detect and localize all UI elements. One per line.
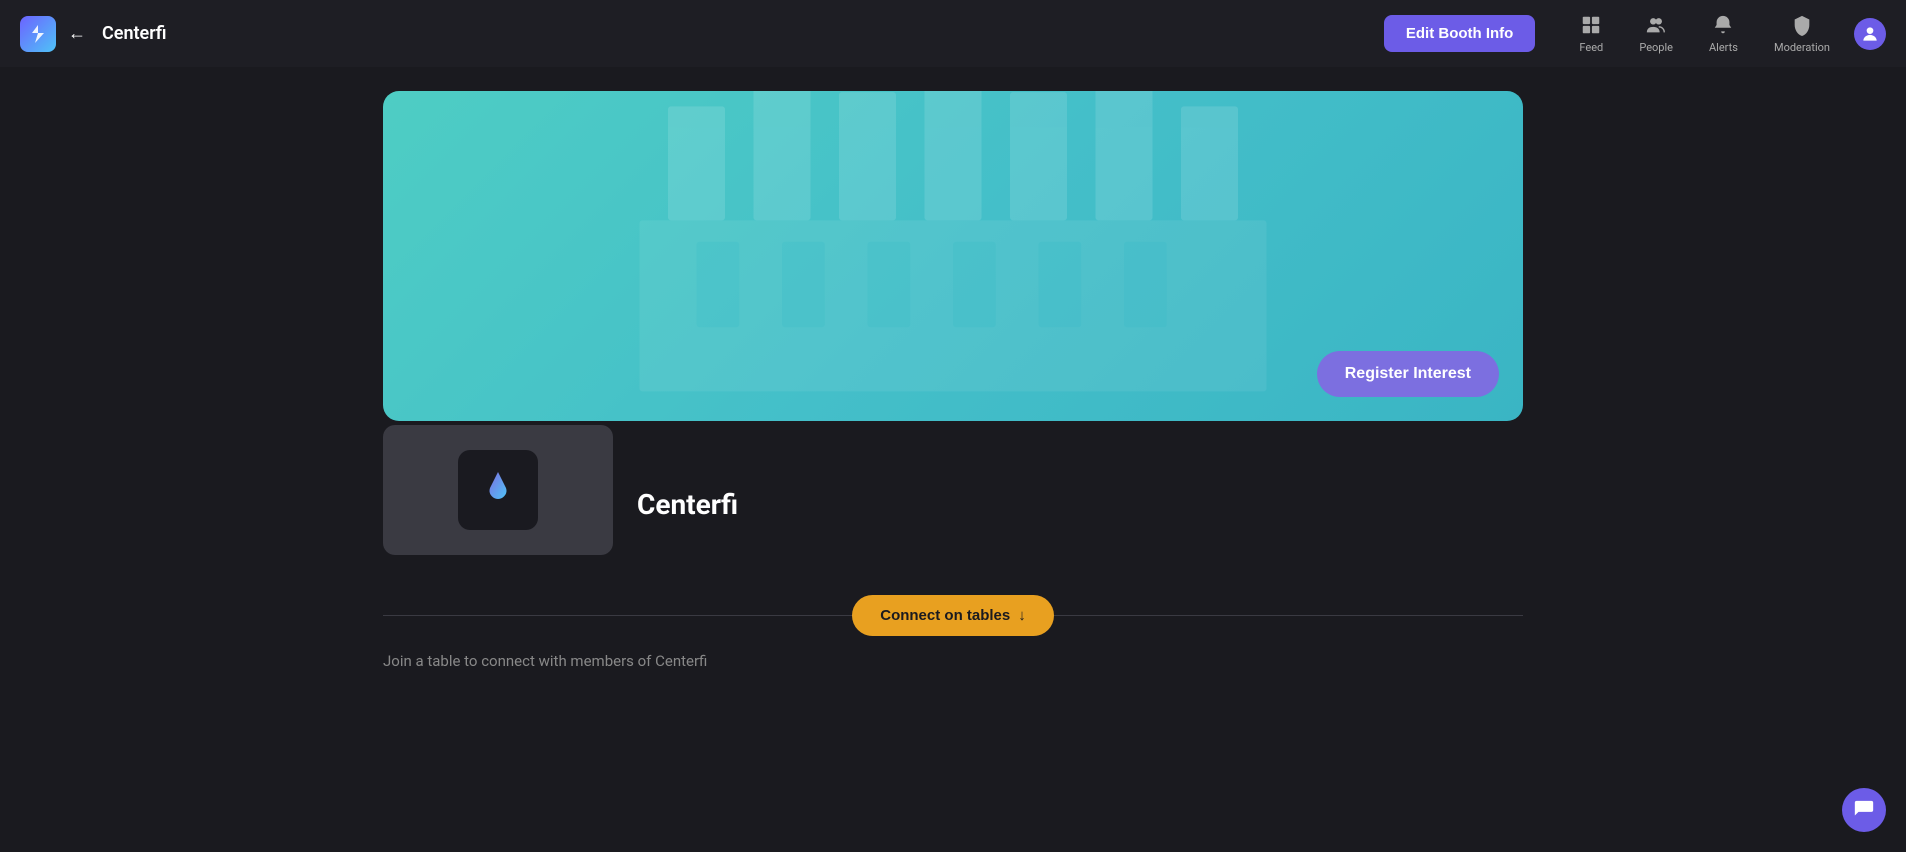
chat-bubble-button[interactable] — [1842, 788, 1886, 832]
app-title: Centerfi — [102, 23, 166, 44]
alerts-icon — [1711, 13, 1735, 37]
people-icon — [1644, 13, 1668, 37]
nav-item-people[interactable]: People — [1623, 5, 1689, 62]
nav-item-moderation[interactable]: Moderation — [1758, 5, 1846, 62]
nav-item-alerts[interactable]: Alerts — [1693, 5, 1754, 62]
app-header: ← Centerfi Edit Booth Info Feed — [0, 0, 1906, 67]
header-right: Edit Booth Info Feed — [1384, 5, 1886, 62]
nav-items: Feed People — [1563, 5, 1846, 62]
feed-label: Feed — [1579, 41, 1603, 54]
app-logo — [20, 16, 56, 52]
company-name-block: Centerfi — [637, 480, 738, 521]
user-avatar[interactable] — [1854, 18, 1886, 50]
moderation-label: Moderation — [1774, 41, 1830, 54]
company-logo — [458, 450, 538, 530]
company-info-row: Centerfi — [383, 445, 1523, 555]
nav-item-feed[interactable]: Feed — [1563, 5, 1619, 62]
connect-tables-button[interactable]: Connect on tables ↓ — [852, 595, 1054, 636]
alerts-label: Alerts — [1709, 41, 1738, 54]
connect-tagline: Join a table to connect with members of … — [383, 652, 1523, 670]
company-name: Centerfi — [637, 488, 738, 521]
register-interest-button[interactable]: Register Interest — [1317, 351, 1499, 397]
people-label: People — [1639, 41, 1673, 54]
header-left: ← Centerfi — [20, 16, 166, 52]
back-button[interactable]: ← — [68, 23, 86, 44]
edit-booth-button[interactable]: Edit Booth Info — [1384, 15, 1535, 52]
main-content: Register Interest Centerfi — [383, 91, 1523, 670]
moderation-icon — [1790, 13, 1814, 37]
feed-icon — [1579, 13, 1603, 37]
company-banner: Register Interest — [383, 91, 1523, 421]
connect-section: Connect on tables ↓ — [383, 595, 1523, 636]
company-logo-wrapper — [383, 425, 613, 555]
